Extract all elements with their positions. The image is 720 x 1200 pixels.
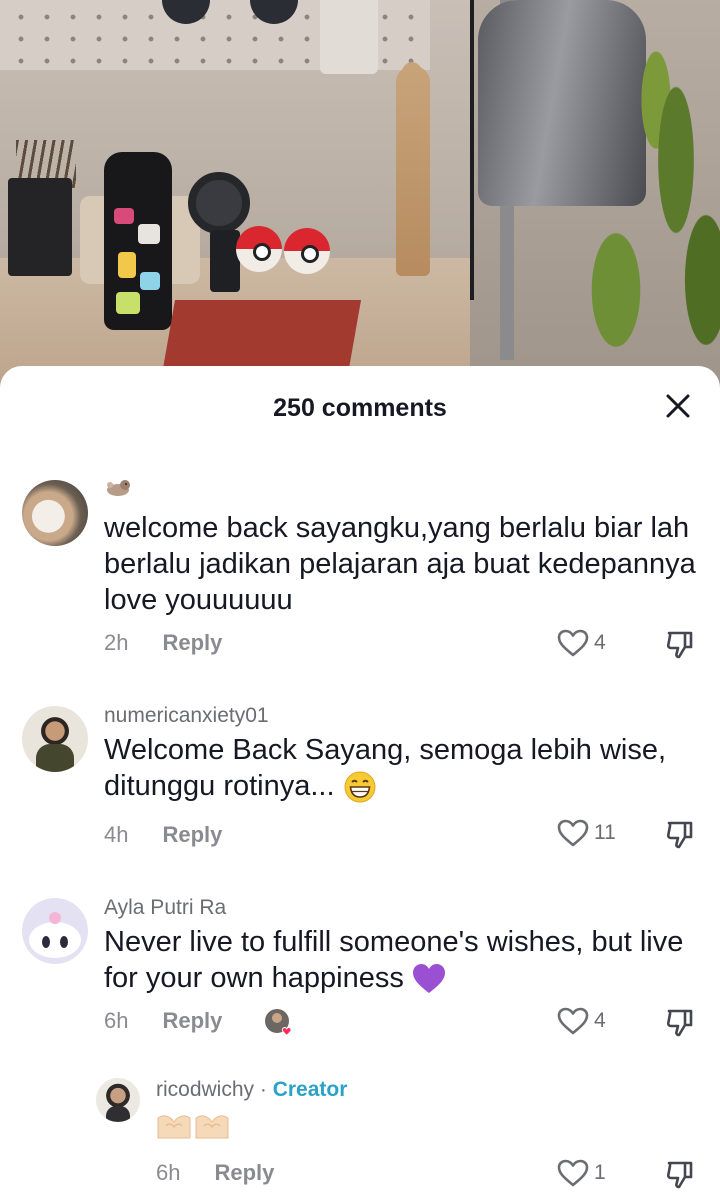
heart-outline-icon xyxy=(557,629,589,657)
comment-text: Never live to fulfill someone's wishes, … xyxy=(104,924,704,996)
comment-time: 6h xyxy=(104,1008,129,1033)
close-button[interactable] xyxy=(662,390,694,422)
kuromi-avatar-icon xyxy=(29,912,81,958)
like-button[interactable]: 1 xyxy=(556,1156,606,1190)
heart-outline-icon xyxy=(557,1007,589,1035)
reply-meta: 6h Reply xyxy=(156,1160,274,1186)
comment-text-body: Welcome Back Sayang, semoga lebih wise, … xyxy=(104,734,667,802)
thumbs-down-icon xyxy=(666,821,693,849)
like-count: 4 xyxy=(594,631,606,654)
comment-text: welcome back sayangku,yang berlalu biar … xyxy=(104,512,696,616)
creator-badge: Creator xyxy=(272,1078,348,1101)
thumbs-down-icon xyxy=(666,1009,693,1037)
comment-item: Ayla Putri Ra Never live to fulfill some… xyxy=(0,896,720,1066)
wooden-mannequin xyxy=(396,66,430,276)
heart-hands-emoji xyxy=(157,1115,229,1139)
comment-item: numericanxiety01 Welcome Back Sayang, se… xyxy=(0,704,720,864)
reply-button[interactable]: Reply xyxy=(162,1008,222,1033)
heart-outline-icon xyxy=(557,819,589,847)
comment-text-body: Never live to fulfill someone's wishes, … xyxy=(104,926,684,994)
video-background xyxy=(0,0,720,400)
comments-header: 250 comments xyxy=(0,366,720,450)
comment-text: Welcome Back Sayang, semoga lebih wise, … xyxy=(104,732,704,804)
like-count: 11 xyxy=(594,821,616,844)
like-button[interactable]: 4 xyxy=(556,626,606,660)
comment-meta: 6h Reply xyxy=(104,1008,222,1034)
comment-username[interactable]: numericanxiety01 xyxy=(104,704,269,728)
like-count: 4 xyxy=(594,1009,606,1032)
liked-by-creator-badge xyxy=(264,1008,292,1036)
dislike-button[interactable] xyxy=(664,818,696,850)
reply-button[interactable]: Reply xyxy=(214,1160,274,1185)
dislike-button[interactable] xyxy=(664,1006,696,1038)
avatar[interactable] xyxy=(22,898,88,964)
comment-username[interactable]: Ayla Putri Ra xyxy=(104,896,226,920)
cable xyxy=(470,0,474,300)
like-count: 1 xyxy=(594,1161,606,1184)
creator-liked-icon xyxy=(265,1009,292,1036)
like-button[interactable]: 4 xyxy=(556,1004,606,1038)
heart-outline-icon xyxy=(557,1159,589,1187)
desk-fan xyxy=(188,172,250,234)
avatar[interactable] xyxy=(22,480,88,546)
storage-box xyxy=(320,0,378,74)
comment-item: welcome back sayangku,yang berlalu biar … xyxy=(0,476,720,666)
reply-button[interactable]: Reply xyxy=(162,822,222,847)
reply-time: 6h xyxy=(156,1160,181,1185)
like-button[interactable]: 11 xyxy=(556,816,616,850)
separator-dot: · xyxy=(259,1078,267,1101)
dislike-button[interactable] xyxy=(664,1158,696,1190)
avatar[interactable] xyxy=(22,706,88,772)
avatar[interactable] xyxy=(96,1078,140,1122)
reply-item: ricodwichy · Creator 6h Reply 1 xyxy=(0,1076,720,1200)
pokeball xyxy=(236,226,282,272)
comment-meta: 4h Reply xyxy=(104,822,222,848)
comments-sheet: 250 comments welcome back sayangku,yang … xyxy=(0,366,720,1200)
reply-button[interactable]: Reply xyxy=(162,630,222,655)
reply-text xyxy=(156,1112,232,1147)
thumbs-down-icon xyxy=(666,631,693,659)
otter-icon xyxy=(107,480,130,496)
comment-time: 4h xyxy=(104,822,129,847)
pen-cup xyxy=(8,178,72,276)
comment-meta: 2h Reply xyxy=(104,630,222,656)
comment-time: 2h xyxy=(104,630,129,655)
pokeball xyxy=(284,228,330,274)
dislike-button[interactable] xyxy=(664,628,696,660)
water-bottle xyxy=(104,152,172,330)
close-icon xyxy=(666,394,690,418)
comments-count-title: 250 comments xyxy=(273,394,447,422)
purple-heart-emoji xyxy=(412,964,445,994)
reply-username[interactable]: ricodwichy xyxy=(156,1078,254,1101)
plant xyxy=(556,40,720,380)
grinning-face-emoji xyxy=(344,771,376,803)
desk-fan-stand xyxy=(210,230,240,292)
reply-username-line: ricodwichy · Creator xyxy=(156,1078,347,1102)
thumbs-down-icon xyxy=(666,1161,693,1189)
